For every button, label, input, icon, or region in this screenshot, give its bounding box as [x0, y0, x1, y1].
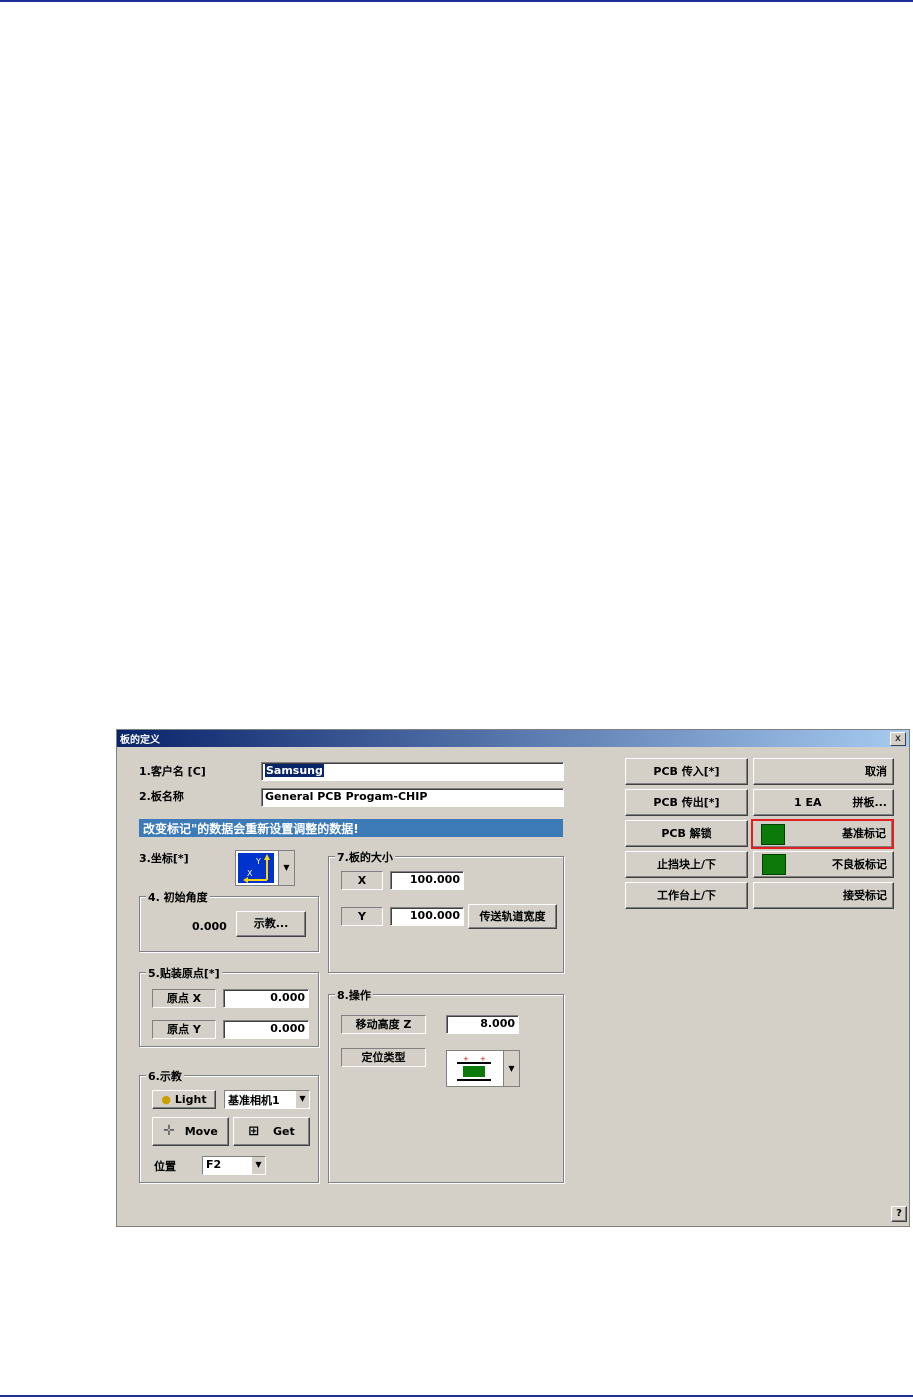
size-x-label: X: [341, 871, 383, 890]
close-button[interactable]: x: [890, 732, 906, 746]
page-bottom-rule: [0, 1395, 913, 1397]
fiducial-mark-button[interactable]: 基准标记: [751, 819, 894, 849]
pcb-out-button[interactable]: PCB 传出[*]: [625, 789, 748, 816]
fiducial-mark-label: 基准标记: [842, 827, 886, 840]
table-button[interactable]: 工作台上/下: [625, 882, 748, 909]
light-button[interactable]: ● Light: [152, 1090, 216, 1109]
chevron-down-icon[interactable]: ▼: [278, 851, 294, 885]
initial-angle-label: 4. 初始角度: [146, 889, 210, 905]
move-button[interactable]: ✛ Move: [152, 1117, 229, 1146]
origin-x-label: 原点 X: [152, 989, 216, 1008]
svg-text:+: +: [480, 1055, 486, 1063]
cancel-button[interactable]: 取消: [753, 758, 894, 785]
locate-type-select[interactable]: + + ▼: [446, 1050, 520, 1087]
position-select[interactable]: F2 ▼: [202, 1156, 266, 1175]
customer-value: Samsung: [265, 764, 324, 777]
chevron-down-icon[interactable]: ▼: [503, 1051, 519, 1086]
board-name-input[interactable]: General PCB Progam-CHIP: [261, 788, 564, 807]
conveyor-width-button[interactable]: 传送轨道宽度: [468, 904, 557, 929]
help-button[interactable]: ?: [891, 1206, 907, 1222]
initial-angle-group: 4. 初始角度 0.000 示教...: [139, 889, 319, 952]
dialog-titlebar: 板的定义 x: [117, 730, 909, 747]
move-button-label: Move: [184, 1125, 218, 1138]
dialog-title: 板的定义: [120, 735, 160, 746]
origin-x-input[interactable]: 0.000: [223, 989, 309, 1008]
position-label: 位置: [154, 1160, 176, 1173]
svg-text:Y: Y: [255, 857, 261, 866]
get-position-icon: ⊞: [248, 1124, 260, 1139]
board-definition-dialog: 板的定义 x 1.客户名 [C] Samsung 2.板名称 General P…: [116, 729, 910, 1227]
array-button[interactable]: 1 EA 拼板...: [753, 789, 894, 816]
bad-mark-icon: [762, 854, 786, 875]
fiducial-mark-icon: [761, 824, 785, 845]
size-x-input[interactable]: 100.000: [390, 871, 464, 890]
svg-text:X: X: [247, 869, 253, 878]
chevron-down-icon[interactable]: ▼: [251, 1157, 265, 1174]
camera-select[interactable]: 基准相机1 ▼: [224, 1090, 310, 1109]
coordinate-select[interactable]: Y X ▼: [235, 850, 295, 886]
move-arrows-icon: ✛: [163, 1123, 175, 1139]
teach-group: 6.示教 ● Light 基准相机1 ▼ ✛ Move ⊞ Get 位置 F2 …: [139, 1068, 319, 1183]
warning-banner: 改变标记"的数据会重新设置调整的数据!: [139, 819, 563, 837]
position-select-value: F2: [206, 1158, 222, 1171]
board-size-group: 7.板的大小 X 100.000 Y 100.000 传送轨道宽度: [328, 849, 564, 973]
coordinate-label: 3.坐标[*]: [139, 852, 189, 865]
page-top-rule: [0, 0, 913, 2]
get-button[interactable]: ⊞ Get: [233, 1117, 310, 1146]
locate-pins-icon: + +: [457, 1055, 491, 1081]
board-name-label: 2.板名称: [139, 790, 184, 803]
teach-label: 6.示教: [146, 1068, 184, 1084]
camera-select-value: 基准相机1: [228, 1094, 280, 1107]
coordinate-axes-icon: Y X: [238, 853, 274, 883]
move-height-label: 移动高度 Z: [341, 1015, 426, 1034]
pcb-unlock-button[interactable]: PCB 解锁: [625, 820, 748, 847]
size-y-input[interactable]: 100.000: [390, 907, 464, 926]
svg-text:+: +: [463, 1055, 469, 1063]
operation-group: 8.操作 移动高度 Z 8.000 定位类型 + + ▼: [328, 987, 564, 1183]
operation-label: 8.操作: [335, 987, 373, 1003]
mount-origin-label: 5.贴装原点[*]: [146, 965, 222, 981]
bad-mark-button[interactable]: 不良板标记: [753, 851, 894, 878]
chevron-down-icon[interactable]: ▼: [295, 1091, 309, 1108]
size-y-label: Y: [341, 907, 383, 926]
array-label: 拼板...: [852, 796, 887, 809]
teach-angle-button[interactable]: 示教...: [236, 911, 306, 937]
customer-label: 1.客户名 [C]: [139, 765, 206, 778]
origin-y-label: 原点 Y: [152, 1020, 216, 1039]
get-button-label: Get: [273, 1125, 295, 1138]
pcb-in-button[interactable]: PCB 传入[*]: [625, 758, 748, 785]
board-size-label: 7.板的大小: [335, 849, 395, 865]
stopper-button[interactable]: 止挡块上/下: [625, 851, 748, 878]
origin-y-input[interactable]: 0.000: [223, 1020, 309, 1039]
move-height-input[interactable]: 8.000: [446, 1015, 519, 1034]
bad-mark-label: 不良板标记: [832, 858, 887, 871]
light-bulb-icon: ●: [161, 1093, 171, 1106]
mount-origin-group: 5.贴装原点[*] 原点 X 0.000 原点 Y 0.000: [139, 965, 319, 1047]
accept-mark-button[interactable]: 接受标记: [753, 882, 894, 909]
initial-angle-value: 0.000: [192, 920, 227, 933]
customer-input[interactable]: Samsung: [261, 762, 564, 781]
locate-type-label: 定位类型: [341, 1048, 426, 1067]
array-count: 1 EA: [794, 796, 822, 809]
light-button-label: Light: [174, 1093, 207, 1106]
